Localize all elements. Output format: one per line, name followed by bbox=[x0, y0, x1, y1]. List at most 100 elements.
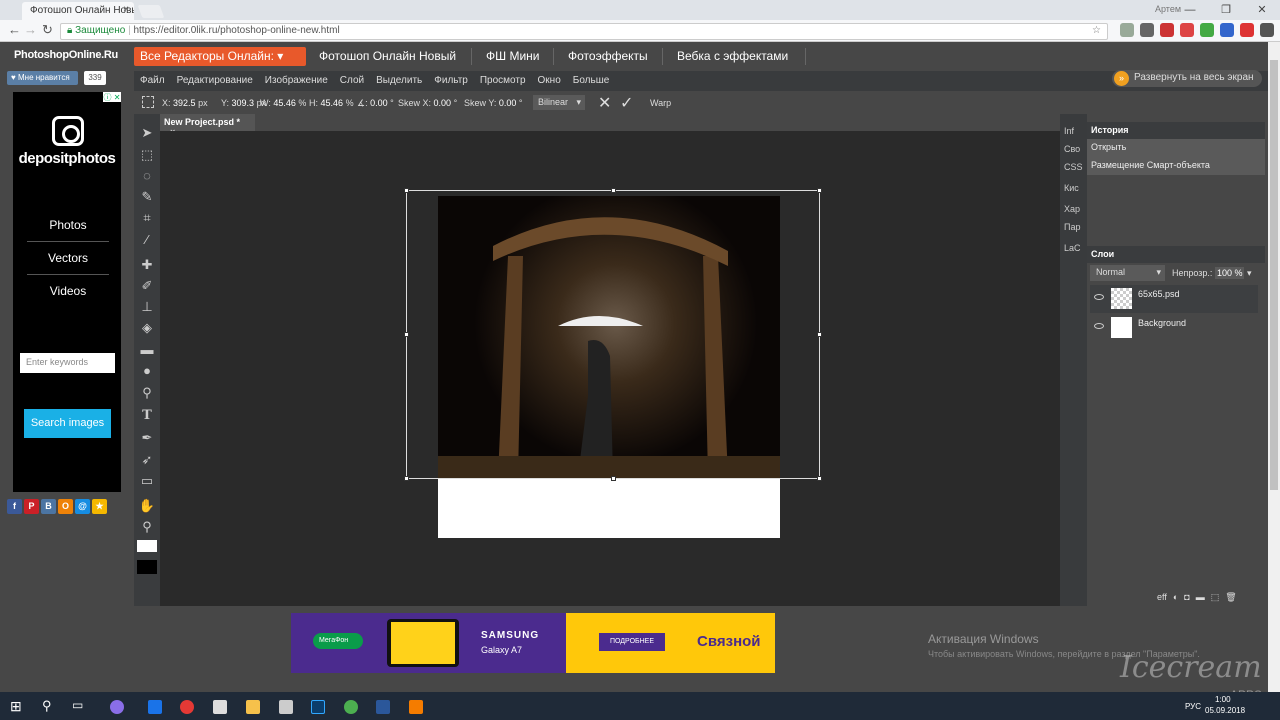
move-tool-icon[interactable]: ➤ bbox=[138, 124, 156, 142]
panel-tab-properties[interactable]: Сво bbox=[1064, 144, 1080, 154]
menu-select[interactable]: Выделить bbox=[376, 71, 422, 91]
depositphotos-ad[interactable]: ⓘ ✕ depositphotos Photos Vectors Videos … bbox=[13, 92, 121, 492]
odnoklassniki-icon[interactable]: O bbox=[58, 499, 73, 514]
clock-date[interactable]: 05.09.2018 bbox=[1205, 706, 1245, 715]
menu-window[interactable]: Окно bbox=[538, 71, 561, 91]
history-panel-title[interactable]: История bbox=[1087, 122, 1265, 139]
confirm-transform-icon[interactable]: ✓ bbox=[620, 93, 633, 113]
angle-field[interactable]: ∡: 0.00 ° bbox=[357, 98, 394, 109]
file-explorer-icon[interactable] bbox=[246, 700, 260, 714]
new-layer-icon[interactable]: ⬚ bbox=[1211, 592, 1220, 603]
extension-icon[interactable] bbox=[1160, 23, 1174, 37]
panel-tab-character[interactable]: Хар bbox=[1064, 204, 1080, 214]
layers-panel-title[interactable]: Слои bbox=[1087, 246, 1265, 263]
photoshop-icon[interactable] bbox=[311, 700, 325, 714]
all-editors-menu-button[interactable]: Все Редакторы Онлайн: ▾ bbox=[134, 47, 306, 66]
mail-app-icon[interactable] bbox=[279, 700, 293, 714]
foreground-color-swatch[interactable] bbox=[137, 540, 157, 552]
mask-icon[interactable]: ◘ bbox=[1184, 592, 1189, 603]
menu-more[interactable]: Больше bbox=[573, 71, 610, 91]
fullscreen-button[interactable]: » Развернуть на весь экран bbox=[1112, 70, 1262, 87]
reload-icon[interactable]: ↻ bbox=[42, 22, 53, 38]
banner-cta-button[interactable]: ПОДРОБНЕЕ bbox=[599, 633, 665, 651]
lasso-tool-icon[interactable]: ◌ bbox=[138, 167, 156, 185]
panel-tab-info[interactable]: Inf bbox=[1064, 126, 1074, 136]
w-field[interactable]: W: 45.46 % bbox=[260, 98, 306, 108]
shape-tool-icon[interactable]: ▭ bbox=[138, 472, 156, 490]
menu-image[interactable]: Изображение bbox=[265, 71, 328, 91]
w-value[interactable]: 45.46 bbox=[273, 98, 296, 108]
ad-search-button[interactable]: Search images bbox=[24, 409, 111, 438]
x-value[interactable]: 392.5 bbox=[173, 98, 196, 108]
transform-bounding-box[interactable] bbox=[404, 188, 822, 481]
quick-select-tool-icon[interactable]: ✎ bbox=[138, 188, 156, 206]
transform-handle[interactable] bbox=[611, 188, 616, 193]
marquee-tool-icon[interactable]: ⬚ bbox=[138, 146, 156, 164]
windows-start-icon[interactable]: ⊞ bbox=[10, 698, 22, 715]
history-item[interactable]: Размещение Смарт-объекта bbox=[1087, 157, 1265, 175]
extension-icon[interactable] bbox=[1240, 23, 1254, 37]
transform-handle[interactable] bbox=[404, 332, 409, 337]
app-icon[interactable] bbox=[409, 700, 423, 714]
facebook-icon[interactable]: f bbox=[7, 499, 22, 514]
extension-icon[interactable] bbox=[1260, 23, 1274, 37]
forward-icon[interactable]: → bbox=[24, 22, 37, 37]
text-tool-icon[interactable]: T bbox=[138, 407, 156, 425]
background-color-swatch[interactable] bbox=[137, 560, 157, 574]
edge-icon[interactable] bbox=[148, 700, 162, 714]
extension-icon[interactable] bbox=[1120, 23, 1134, 37]
favorite-icon[interactable]: ★ bbox=[92, 499, 107, 514]
ad-search-input[interactable]: Enter keywords bbox=[20, 353, 115, 373]
cortana-icon[interactable] bbox=[110, 700, 124, 714]
panel-tab-brushes[interactable]: Кис bbox=[1064, 183, 1079, 193]
stamp-tool-icon[interactable]: ⊥ bbox=[138, 298, 156, 316]
healing-tool-icon[interactable]: ✚ bbox=[138, 256, 156, 274]
menu-filter[interactable]: Фильтр bbox=[434, 71, 468, 91]
pinterest-icon[interactable]: P bbox=[24, 499, 39, 514]
h-field[interactable]: H: 45.46 % bbox=[309, 98, 354, 108]
maximize-button[interactable]: ❐ bbox=[1208, 0, 1244, 20]
page-scrollbar[interactable] bbox=[1268, 42, 1280, 692]
hand-tool-icon[interactable]: ✋ bbox=[138, 497, 156, 515]
adjustment-layer-icon[interactable]: ◐ bbox=[1173, 592, 1178, 603]
close-window-button[interactable]: ✕ bbox=[1244, 0, 1280, 20]
language-indicator[interactable]: РУС bbox=[1185, 702, 1201, 711]
path-select-tool-icon[interactable]: ➶ bbox=[138, 451, 156, 469]
layer-row[interactable]: 65x65.psd bbox=[1090, 285, 1258, 313]
opacity-field[interactable]: Непрозр.: 100 % ▾ bbox=[1172, 267, 1252, 279]
mail-icon[interactable]: @ bbox=[75, 499, 90, 514]
visibility-eye-icon[interactable] bbox=[1094, 294, 1104, 300]
transform-handle[interactable] bbox=[404, 476, 409, 481]
calculator-icon[interactable] bbox=[213, 700, 227, 714]
bookmark-star-icon[interactable]: ☆ bbox=[1092, 25, 1101, 36]
menu-file[interactable]: Файл bbox=[140, 71, 165, 91]
browser-tab[interactable]: Фотошоп Онлайн Новый × bbox=[22, 2, 134, 20]
word-icon[interactable] bbox=[376, 700, 390, 714]
ad-close-icon[interactable]: ⓘ ✕ bbox=[103, 92, 121, 102]
menu-view[interactable]: Просмотр bbox=[480, 71, 526, 91]
minimize-button[interactable]: — bbox=[1172, 0, 1208, 20]
extension-icon[interactable] bbox=[1180, 23, 1194, 37]
nav-webcam-effects[interactable]: Вебка с эффектами bbox=[677, 49, 788, 63]
warp-button[interactable]: Warp bbox=[650, 98, 671, 108]
url-input[interactable]: 🔒︎ Защищено | https://editor.0lik.ru/pho… bbox=[60, 23, 1108, 40]
search-icon[interactable]: ⚲ bbox=[42, 698, 52, 714]
panel-tab-paragraph[interactable]: Пар bbox=[1064, 222, 1080, 232]
samsung-banner-ad[interactable]: МегаФон SAMSUNG Galaxy A7 ПОДРОБНЕЕ Связ… bbox=[291, 613, 775, 673]
ad-link-vectors[interactable]: Vectors bbox=[27, 251, 109, 275]
chrome-icon[interactable] bbox=[344, 700, 358, 714]
transform-handle[interactable] bbox=[817, 476, 822, 481]
gradient-tool-icon[interactable]: ▬ bbox=[138, 341, 156, 359]
nav-photoshop-new[interactable]: Фотошоп Онлайн Новый bbox=[319, 49, 456, 63]
zoom-tool-icon[interactable]: ⚲ bbox=[138, 518, 156, 536]
transform-handle[interactable] bbox=[404, 188, 409, 193]
transform-handle[interactable] bbox=[611, 476, 616, 481]
skew-x-field[interactable]: Skew X: 0.00 ° bbox=[398, 98, 457, 108]
opacity-value[interactable]: 100 % bbox=[1214, 267, 1245, 279]
clock-time[interactable]: 1:00 bbox=[1215, 695, 1231, 704]
nav-photoshop-mini[interactable]: ФШ Мини bbox=[486, 49, 539, 63]
angle-value[interactable]: 0.00 bbox=[370, 98, 388, 108]
vk-like-button[interactable]: ♥ Мне нравится bbox=[7, 71, 78, 85]
panel-tab-layer-comps[interactable]: LaC bbox=[1064, 243, 1081, 253]
cancel-transform-icon[interactable]: ✕ bbox=[598, 93, 611, 113]
